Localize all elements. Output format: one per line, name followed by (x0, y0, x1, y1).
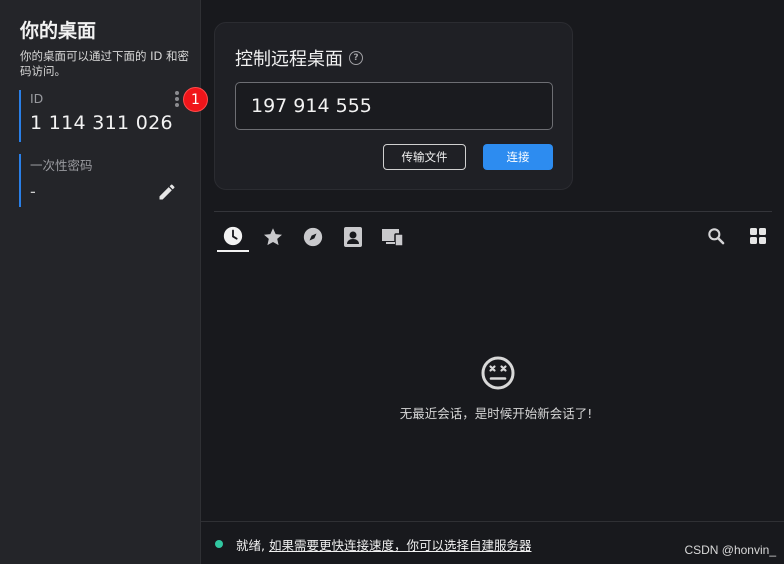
id-field: ID 1 114 311 026 (19, 90, 189, 142)
tab-devices[interactable] (377, 222, 409, 252)
sidebar-title: 你的桌面 (20, 20, 97, 42)
compass-icon (303, 227, 323, 247)
password-field: 一次性密码 - (19, 154, 189, 207)
contact-icon (344, 227, 362, 247)
empty-message: 无最近会话，是时候开始新会话了! (399, 406, 593, 421)
status-text: 就绪, 如果需要更快连接速度，你可以选择自建服务器 (236, 535, 531, 554)
help-icon[interactable]: ? (349, 51, 363, 65)
section-divider (214, 211, 772, 212)
sidebar: 你的桌面 你的桌面可以通过下面的 ID 和密码访问。 ID 1 114 311 … (0, 0, 201, 564)
watermark: CSDN @honvin_ (684, 543, 776, 557)
id-value[interactable]: 1 114 311 026 (30, 112, 189, 134)
transfer-file-button[interactable]: 传输文件 (383, 144, 466, 170)
connect-button[interactable]: 连接 (483, 144, 553, 170)
status-bar: 就绪, 如果需要更快连接速度，你可以选择自建服务器 CSDN @honvin_ (201, 521, 784, 564)
server-setup-link[interactable]: 如果需要更快连接速度，你可以选择自建服务器 (269, 538, 532, 553)
remote-id-input[interactable] (235, 82, 553, 130)
status-ready: 就绪, (236, 538, 265, 553)
tab-recent-sessions[interactable] (217, 222, 249, 252)
sad-face-icon (481, 356, 515, 390)
password-label: 一次性密码 (30, 158, 93, 173)
tab-favorites[interactable] (257, 222, 289, 252)
remote-control-card: 控制远程桌面 ? 传输文件 连接 (214, 22, 573, 190)
search-icon (708, 228, 725, 245)
star-icon (264, 228, 282, 246)
tab-discovered[interactable] (297, 222, 329, 252)
remote-control-title-text: 控制远程桌面 (235, 49, 343, 70)
more-options-icon[interactable] (173, 90, 181, 108)
view-toggle-button[interactable] (747, 225, 769, 247)
sidebar-description: 你的桌面可以通过下面的 ID 和密码访问。 (20, 49, 190, 78)
app-window: 你的桌面 你的桌面可以通过下面的 ID 和密码访问。 ID 1 114 311 … (0, 0, 784, 564)
devices-icon (382, 229, 404, 247)
status-indicator (215, 540, 223, 548)
grid-view-icon (750, 228, 766, 244)
edit-icon[interactable] (157, 182, 177, 202)
notification-badge: 1 (183, 87, 208, 112)
search-button[interactable] (705, 225, 727, 247)
main-panel: 控制远程桌面 ? 传输文件 连接 (201, 0, 784, 564)
remote-control-title: 控制远程桌面 ? (235, 45, 363, 71)
clock-icon (223, 226, 243, 246)
id-label: ID (30, 91, 44, 106)
tab-address-book[interactable] (337, 222, 369, 252)
